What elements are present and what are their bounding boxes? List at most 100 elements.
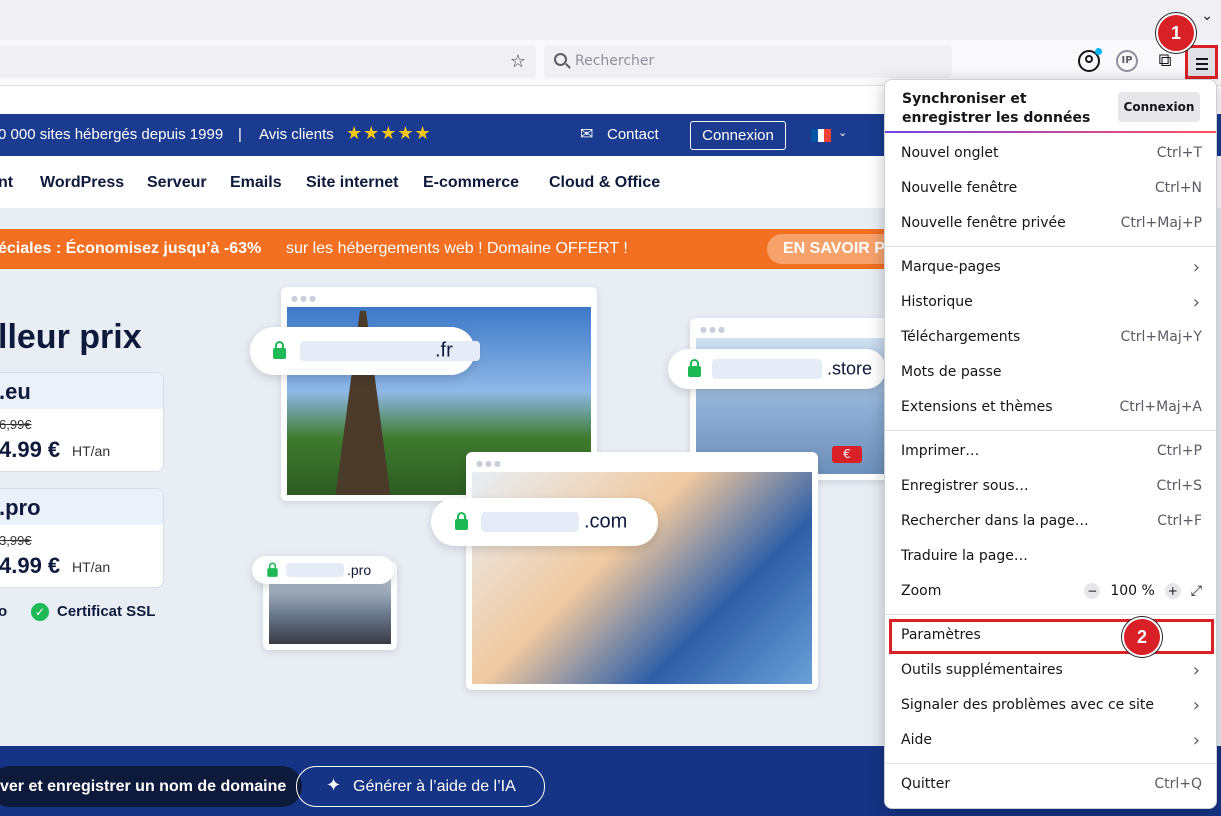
domain-tld: .fr: [435, 339, 453, 362]
menu-item-label: Outils supplémentaires: [901, 662, 1063, 678]
sync-divider: [885, 131, 1216, 133]
domain-tld: .com: [584, 510, 628, 533]
menu-item-new-window[interactable]: Nouvelle fenêtre Ctrl+N: [889, 172, 1214, 207]
menu-item-shortcut: Ctrl+N: [1154, 180, 1202, 196]
menu-item-help[interactable]: Aide ›: [889, 724, 1214, 759]
nav-item-wordpress[interactable]: WordPress: [40, 174, 124, 192]
step-badge-2: 2: [1122, 617, 1162, 657]
menu-item-label: Nouvel onglet: [901, 145, 999, 161]
price-card-price: 4.99 €: [0, 437, 61, 462]
menu-item-label: Quitter: [901, 776, 951, 792]
domain-pill-fr: .fr: [250, 327, 480, 375]
menu-item-print[interactable]: Imprimer… Ctrl+P: [889, 435, 1214, 470]
menu-separator: [885, 763, 1216, 764]
menu-item-label: Aide: [901, 732, 932, 748]
price-card-unit: HT/an: [72, 443, 111, 459]
zoom-reset-value[interactable]: 100 %: [1110, 583, 1154, 599]
language-chevron-icon[interactable]: ⌄: [838, 126, 847, 139]
application-menu-panel: Synchroniser et enregistrer les données …: [884, 79, 1217, 809]
nav-item-partial[interactable]: nt: [0, 174, 13, 192]
menu-item-label: Extensions et thèmes: [901, 399, 1053, 415]
chevron-right-icon: ›: [1192, 660, 1200, 681]
search-bar[interactable]: Rechercher: [544, 46, 952, 78]
menu-item-new-tab[interactable]: Nouvel onglet Ctrl+T: [889, 137, 1214, 172]
promo-bold-text: éciales : Économisez jusqu’à -63%: [0, 240, 262, 257]
site-login-button[interactable]: Connexion: [690, 121, 786, 150]
extensions-puzzle-icon[interactable]: ⧉: [1154, 50, 1176, 72]
menu-item-label: Enregistrer sous…: [901, 478, 1029, 494]
domain-tld: .pro: [347, 562, 372, 578]
menu-item-quit[interactable]: Quitter Ctrl+Q: [889, 768, 1214, 803]
sync-login-button[interactable]: Connexion: [1118, 92, 1200, 122]
zoom-in-button[interactable]: +: [1164, 583, 1181, 599]
menu-item-private-window[interactable]: Nouvelle fenêtre privée Ctrl+Maj+P: [889, 207, 1214, 242]
menu-item-shortcut: Ctrl+Maj+P: [1120, 215, 1202, 231]
chevron-right-icon: ›: [1192, 257, 1200, 278]
price-card-pro[interactable]: .pro 3,99€ 4.99 € HT/an: [0, 488, 164, 588]
price-card-extension: .pro: [0, 495, 41, 520]
hosted-sites-text: 0 000 sites hébergés depuis 1999: [0, 126, 224, 143]
euro-price-tag: €: [832, 446, 862, 463]
menu-item-bookmarks[interactable]: Marque-pages ›: [889, 251, 1214, 286]
menu-item-label: Paramètres: [901, 627, 981, 643]
nav-item-site-internet[interactable]: Site internet: [306, 174, 398, 192]
menu-separator: [885, 614, 1216, 615]
price-card-eu[interactable]: .eu 6,99€ 4.99 € HT/an: [0, 372, 164, 472]
menu-item-shortcut: Ctrl+S: [1156, 478, 1202, 494]
hero-title: lleur prix: [0, 318, 142, 356]
lock-icon: [688, 359, 701, 377]
menu-item-more-tools[interactable]: Outils supplémentaires ›: [889, 654, 1214, 689]
url-bar[interactable]: ☆: [0, 46, 536, 78]
nav-item-emails[interactable]: Emails: [230, 174, 282, 192]
feature-ssl: Certificat SSL: [57, 603, 156, 620]
menu-item-translate[interactable]: Traduire la page…: [889, 540, 1214, 575]
price-card-extension: .eu: [0, 379, 31, 404]
price-card-old-price: 3,99€: [0, 533, 32, 548]
menu-item-passwords[interactable]: Mots de passe: [889, 356, 1214, 391]
hamburger-menu-icon: [1196, 58, 1208, 60]
step-badge-1: 1: [1156, 13, 1196, 53]
list-all-tabs-chevron-icon[interactable]: ⌄: [1201, 8, 1213, 24]
menu-item-save-as[interactable]: Enregistrer sous… Ctrl+S: [889, 470, 1214, 505]
menu-item-downloads[interactable]: Téléchargements Ctrl+Maj+Y: [889, 321, 1214, 356]
menu-item-label: Mots de passe: [901, 364, 1002, 380]
menu-item-report-site[interactable]: Signaler des problèmes avec ce site ›: [889, 689, 1214, 724]
zoom-out-button[interactable]: −: [1084, 583, 1101, 599]
menu-item-shortcut: Ctrl+P: [1156, 443, 1202, 459]
nav-item-ecommerce[interactable]: E-commerce: [423, 174, 519, 192]
menu-item-zoom: Zoom − 100 % + ⤢: [889, 575, 1214, 610]
nav-item-serveur[interactable]: Serveur: [147, 174, 207, 192]
open-application-menu-button[interactable]: [1185, 45, 1218, 79]
price-card-price: 4.99 €: [0, 553, 61, 578]
chevron-right-icon: ›: [1192, 292, 1200, 313]
promo-text: sur les hébergements web ! Domaine OFFER…: [286, 240, 628, 257]
account-icon[interactable]: [1078, 48, 1102, 72]
menu-item-label: Rechercher dans la page…: [901, 513, 1089, 529]
lock-icon: [267, 562, 278, 577]
separator: |: [238, 126, 242, 143]
menu-item-label: Téléchargements: [901, 329, 1021, 345]
menu-item-history[interactable]: Historique ›: [889, 286, 1214, 321]
fullscreen-icon[interactable]: ⤢: [1191, 583, 1202, 599]
nav-item-cloud-office[interactable]: Cloud & Office: [549, 174, 660, 192]
ip-extension-icon[interactable]: IP: [1116, 50, 1138, 72]
domain-tld: .store: [827, 358, 873, 379]
reviews-link[interactable]: Avis clients: [259, 126, 334, 143]
menu-item-find-in-page[interactable]: Rechercher dans la page… Ctrl+F: [889, 505, 1214, 540]
contact-link[interactable]: Contact: [607, 126, 659, 143]
menu-item-label: Zoom: [901, 583, 942, 599]
price-card-old-price: 6,99€: [0, 417, 32, 432]
sparkle-icon: ✦: [326, 775, 342, 795]
chevron-right-icon: ›: [1192, 695, 1200, 716]
menu-item-settings[interactable]: Paramètres: [889, 619, 1214, 654]
contact-mail-icon: ✉: [580, 126, 594, 143]
menu-item-label: Marque-pages: [901, 259, 1001, 275]
bookmark-star-icon[interactable]: ☆: [510, 51, 526, 72]
menu-item-addons[interactable]: Extensions et thèmes Ctrl+Maj+A: [889, 391, 1214, 426]
menu-item-shortcut: Ctrl+T: [1156, 145, 1202, 161]
checkmark-icon: ✓: [31, 603, 49, 621]
french-flag-icon[interactable]: [811, 129, 832, 142]
menu-item-label: Nouvelle fenêtre: [901, 180, 1018, 196]
office-people-image: ●●●: [466, 452, 818, 690]
register-domain-button[interactable]: ver et enregistrer un nom de domaine: [0, 766, 302, 807]
